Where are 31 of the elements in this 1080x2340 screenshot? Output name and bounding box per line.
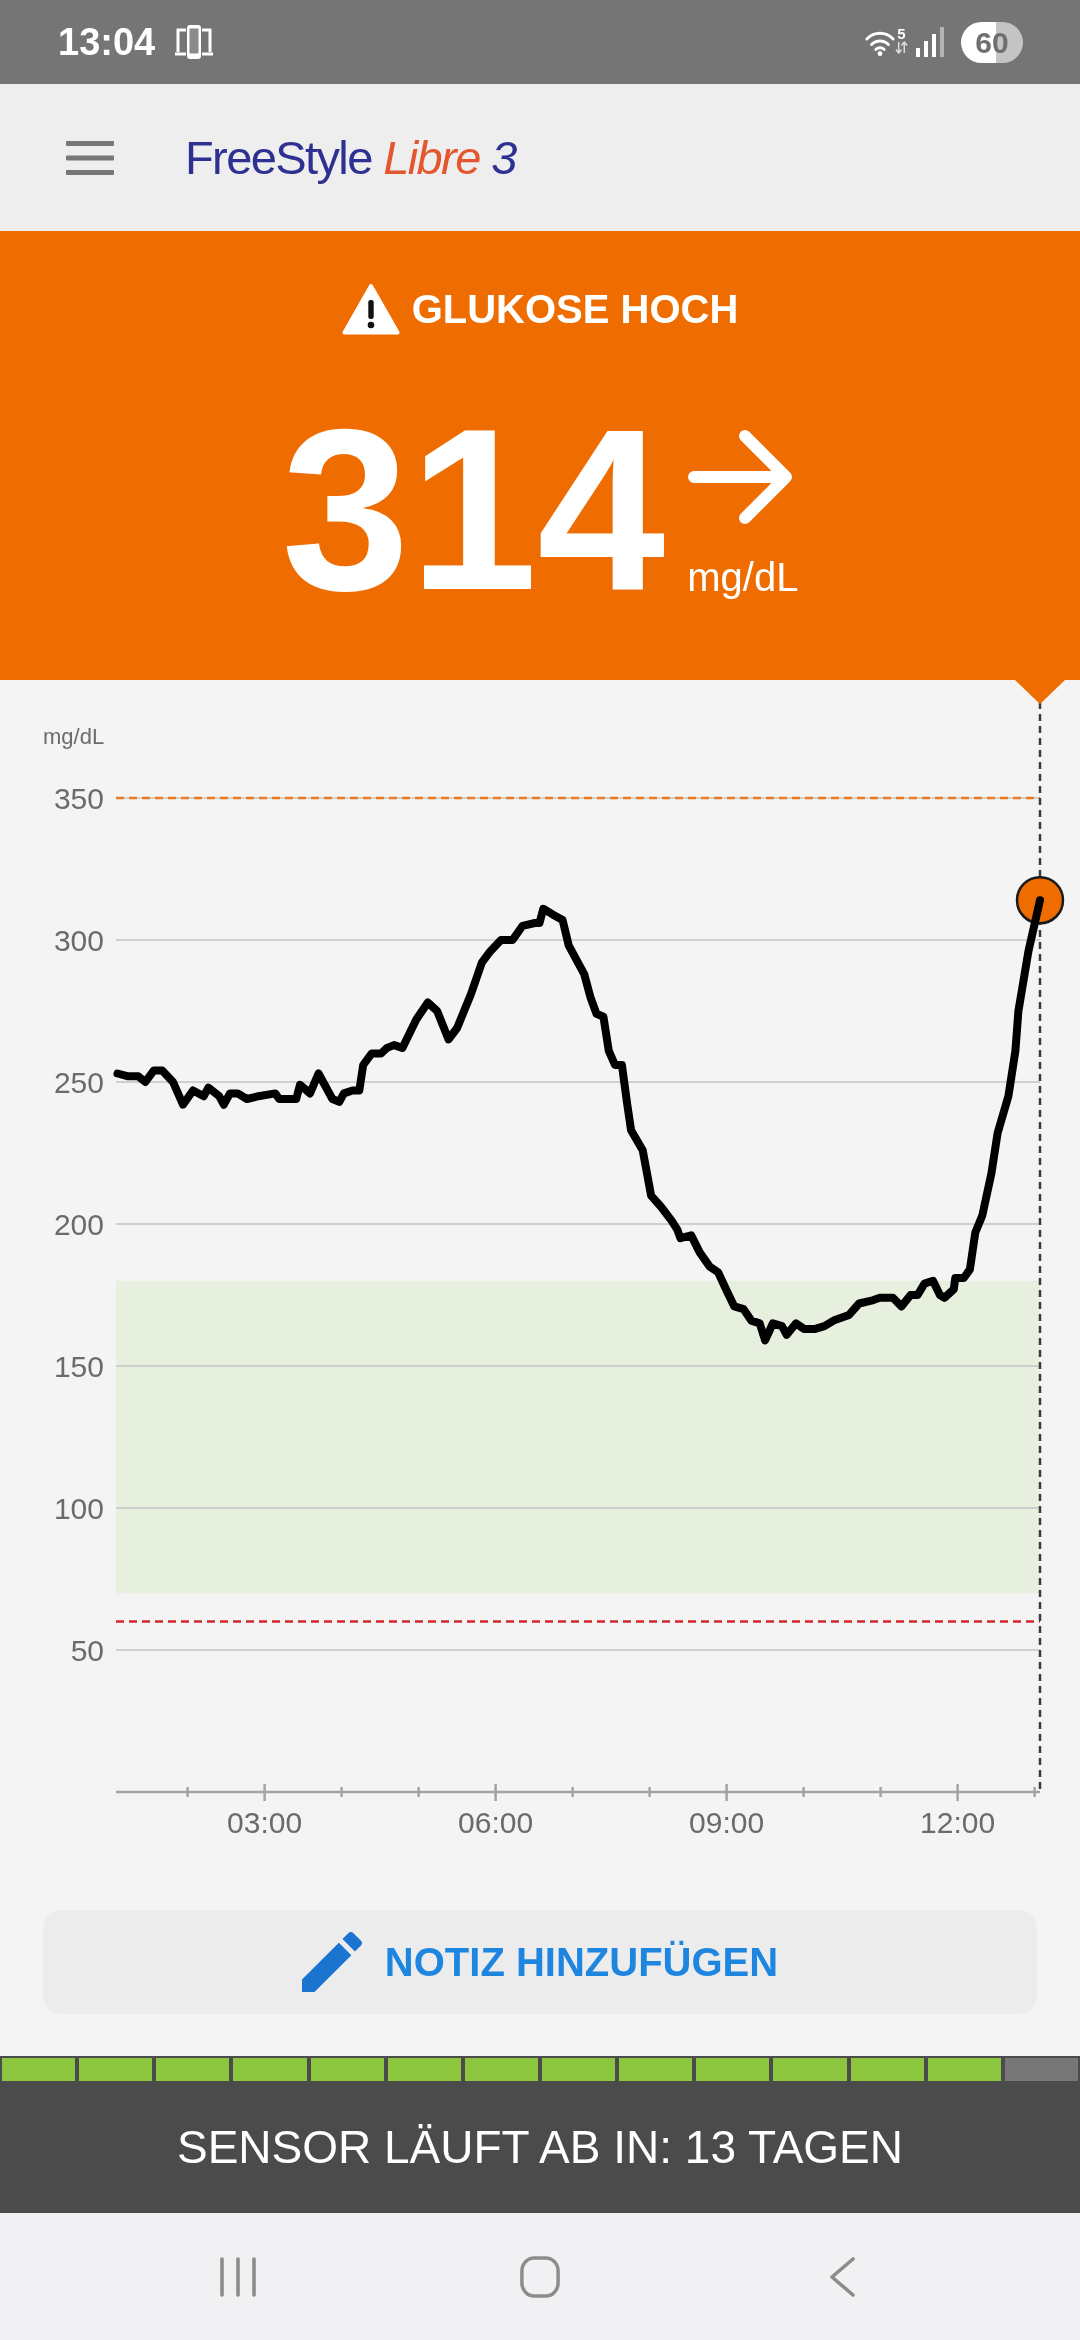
x-axis-label: 03:00 [227,1806,303,1839]
add-note-button[interactable]: NOTIZ HINZUFÜGEN [43,1910,1037,2014]
axis-unit-label: mg/dL [43,724,105,749]
reading-marker-icon [1015,876,1065,925]
y-axis-label: 50 [70,1634,104,1667]
home-icon[interactable] [520,2255,560,2298]
recent-apps-icon[interactable] [218,2255,258,2298]
y-axis-label: 100 [53,1492,104,1525]
phone-icon [175,24,214,60]
app-logo: FreeStyle Libre 3 [185,129,516,186]
x-axis-label: 12:00 [920,1806,996,1839]
pencil-icon [301,1932,362,1992]
signal-icon [916,27,944,57]
y-axis-label: 250 [53,1066,104,1099]
unit-label: mg/dL [687,554,799,601]
back-icon[interactable] [828,2255,856,2298]
menu-icon[interactable] [66,140,114,175]
wifi-badge-text: 5 [897,26,906,41]
x-axis-label: 09:00 [689,1806,765,1839]
data-arrows-icon [895,40,908,54]
y-axis-label: 200 [53,1208,104,1241]
x-axis-label: 06:00 [458,1806,534,1839]
clock-text: 13:04 [58,20,156,64]
y-axis-label: 150 [53,1350,104,1383]
warning-icon [341,283,400,335]
glucose-value: 314 [281,395,666,625]
battery-indicator: 60 [961,21,1023,63]
y-axis-label: 350 [53,782,104,815]
sensor-expiry-text: SENSOR LÄUFT AB IN: 13 TAGEN [177,2120,903,2174]
y-axis-label: 300 [53,924,104,957]
alert-title: GLUKOSE HOCH [411,286,739,333]
